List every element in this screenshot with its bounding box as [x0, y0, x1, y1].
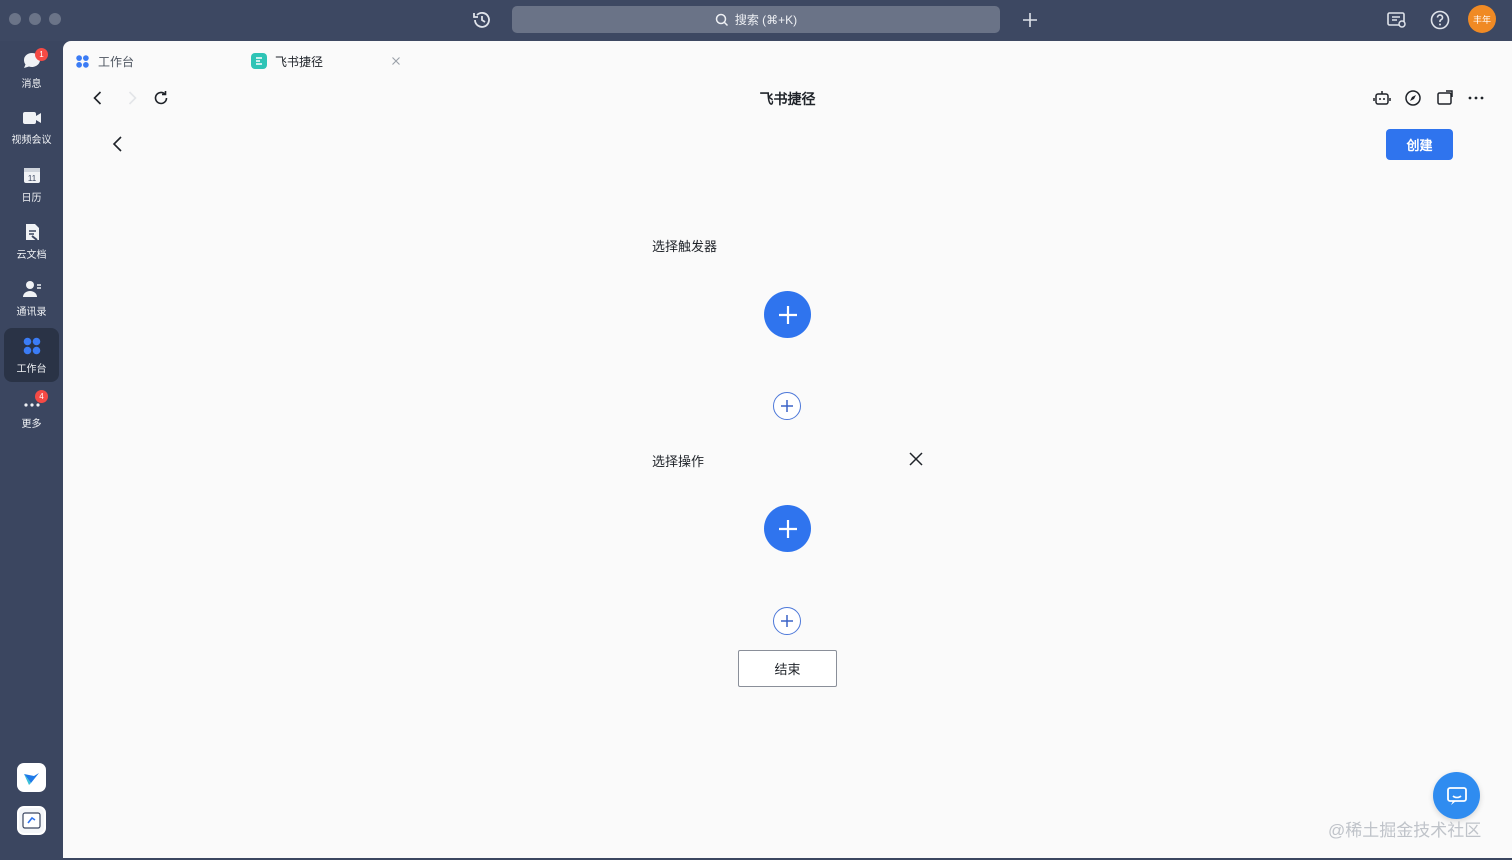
shortcut-app-icon: [251, 53, 267, 69]
plus-icon: [781, 400, 793, 412]
end-node-button[interactable]: 结束: [738, 650, 837, 687]
avatar[interactable]: 丰年: [1468, 5, 1496, 33]
global-search-bar[interactable]: 搜索 (⌘+K): [512, 6, 1000, 33]
trigger-label: 选择触发器: [652, 239, 718, 254]
more-badge: 4: [35, 390, 48, 403]
blue-app-icon[interactable]: [17, 763, 46, 792]
video-camera-icon: [22, 111, 41, 124]
add-action-button[interactable]: [764, 505, 811, 552]
insert-step-button[interactable]: [773, 607, 801, 635]
sidebar-item-workspace[interactable]: 工作台: [4, 328, 59, 382]
main-content: 工作台 飞书捷径 飞书捷径 创建 选择触发器 选择操作 结束 @稀土掘金技术社区: [63, 41, 1512, 858]
sidebar-item-video-meeting[interactable]: 视频会议: [4, 100, 59, 154]
cloud-doc-icon: [25, 223, 39, 241]
window-close-button[interactable]: [9, 13, 21, 25]
window-minimize-button[interactable]: [29, 13, 41, 25]
feedback-chat-button[interactable]: [1433, 772, 1480, 819]
svg-text:11: 11: [27, 174, 36, 183]
screen-share-icon[interactable]: [1385, 8, 1409, 32]
help-icon[interactable]: [1428, 8, 1452, 32]
tab-workspace[interactable]: 工作台: [75, 51, 134, 71]
workspace-grid-icon: [23, 337, 40, 354]
page-title: 飞书捷径: [759, 91, 816, 107]
white-app-icon[interactable]: [17, 806, 46, 835]
window-zoom-button[interactable]: [49, 13, 61, 25]
unread-badge: 1: [35, 48, 48, 61]
new-tab-plus-icon[interactable]: [1019, 9, 1041, 31]
action-label: 选择操作: [652, 454, 705, 469]
watermark: @稀土掘金技术社区: [1328, 821, 1482, 840]
editor-back-icon[interactable]: [108, 133, 128, 155]
sidebar-item-messages[interactable]: 1 消息: [4, 43, 59, 97]
contacts-icon: [22, 280, 41, 297]
plus-icon: [778, 305, 797, 324]
history-icon[interactable]: [470, 8, 494, 32]
create-button[interactable]: 创建: [1386, 129, 1453, 160]
sidebar-item-cloud-docs[interactable]: 云文档: [4, 214, 59, 268]
tab-shortcut[interactable]: 飞书捷径: [251, 51, 323, 71]
title-bar: 搜索 (⌘+K) 丰年: [0, 0, 1512, 41]
plus-icon: [778, 519, 797, 538]
workspace-grid-icon: [76, 54, 89, 68]
chat-icon: [1446, 786, 1467, 805]
search-icon: [715, 13, 728, 26]
insert-step-button[interactable]: [773, 392, 801, 420]
tab-close-icon[interactable]: [390, 54, 402, 66]
sidebar-item-calendar[interactable]: 11 日历: [4, 157, 59, 211]
plus-icon: [781, 615, 793, 627]
tab-bar: 工作台 飞书捷径: [63, 41, 1512, 79]
calendar-icon: 11: [23, 167, 40, 183]
search-placeholder: 搜索 (⌘+K): [734, 13, 798, 27]
sidebar: 1 消息 视频会议 11 日历 云文档 通讯录 工作台 4 更多: [0, 41, 63, 860]
sidebar-item-more[interactable]: 4 更多: [4, 385, 59, 439]
add-trigger-button[interactable]: [764, 291, 811, 338]
remove-action-close-icon[interactable]: [907, 450, 925, 468]
sidebar-item-contacts[interactable]: 通讯录: [4, 271, 59, 325]
